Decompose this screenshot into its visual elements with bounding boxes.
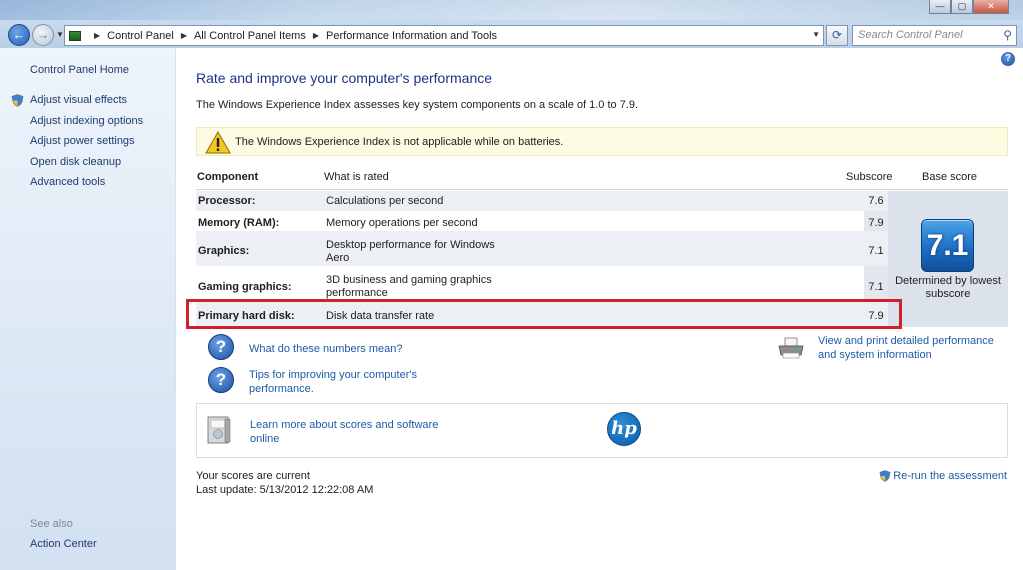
component-name: Gaming graphics: <box>198 281 292 293</box>
software-box-icon <box>207 416 231 444</box>
breadcrumb-performance[interactable]: Performance Information and Tools <box>326 30 497 42</box>
window-controls: — ▢ ✕ <box>929 0 1009 14</box>
base-score-badge: 7.1 <box>921 219 974 272</box>
adjust-power-settings-link[interactable]: Adjust power settings <box>30 135 143 156</box>
question-icon: ? <box>208 367 234 393</box>
learn-more-scores-link[interactable]: Learn more about scores and software onl… <box>250 418 440 446</box>
control-panel-icon <box>69 30 81 41</box>
action-center-link[interactable]: Action Center <box>30 538 97 550</box>
primary-hard-disk-highlight <box>186 299 902 329</box>
page-title: Rate and improve your computer's perform… <box>196 70 493 86</box>
maximize-button[interactable]: ▢ <box>951 0 973 14</box>
column-header-what-is-rated: What is rated <box>324 171 389 183</box>
subscore-value: 7.9 <box>868 217 884 229</box>
address-bar[interactable]: ▶ Control Panel ▶ All Control Panel Item… <box>64 25 824 46</box>
score-table: Component What is rated Subscore Base sc… <box>196 162 1008 327</box>
refresh-icon: ⟳ <box>831 28 843 42</box>
last-update: Last update: 5/13/2012 12:22:08 AM <box>196 484 374 496</box>
column-header-base-score: Base score <box>922 171 978 183</box>
hp-logo-icon[interactable]: hp <box>607 412 641 446</box>
subscore-value: 7.6 <box>868 195 884 207</box>
task-pane: Control Panel Home Adjust visual effects… <box>0 48 176 570</box>
scores-status: Your scores are current <box>196 470 310 482</box>
search-icon[interactable]: ⚲ <box>1003 28 1012 42</box>
breadcrumb-control-panel[interactable]: Control Panel <box>107 30 174 42</box>
breadcrumb-all-items[interactable]: All Control Panel Items <box>194 30 306 42</box>
recent-pages-chevron-down-icon[interactable]: ▼ <box>56 30 64 39</box>
control-panel-home-link[interactable]: Control Panel Home <box>30 64 129 76</box>
breadcrumb-separator-icon[interactable]: ▶ <box>181 31 187 40</box>
help-icon[interactable]: ? <box>1001 52 1015 66</box>
minimize-button[interactable]: — <box>929 0 951 14</box>
advanced-tools-link[interactable]: Advanced tools <box>30 176 143 197</box>
search-placeholder: Search Control Panel <box>858 29 963 41</box>
what-is-rated: 3D business and gaming graphics performa… <box>326 274 492 299</box>
component-name: Memory (RAM): <box>198 217 280 229</box>
see-also-heading: See also <box>30 518 73 530</box>
close-button[interactable]: ✕ <box>973 0 1009 14</box>
page-description: The Windows Experience Index assesses ke… <box>196 99 639 111</box>
breadcrumb-separator-icon[interactable]: ▶ <box>94 31 100 40</box>
subscore-value: 7.1 <box>868 281 884 293</box>
what-do-numbers-mean-link[interactable]: What do these numbers mean? <box>249 342 402 356</box>
question-icon: ? <box>208 334 234 360</box>
tips-improving-performance-link[interactable]: Tips for improving your computer's perfo… <box>249 368 429 396</box>
row-background <box>196 191 888 211</box>
titlebar-background <box>0 0 1023 20</box>
adjust-indexing-options-link[interactable]: Adjust indexing options <box>30 115 143 136</box>
adjust-visual-effects-link[interactable]: Adjust visual effects <box>30 94 143 115</box>
row-background <box>196 231 888 266</box>
warning-icon <box>205 131 231 154</box>
table-header: Component What is rated Subscore Base sc… <box>196 162 1008 190</box>
uac-shield-icon <box>11 94 24 107</box>
breadcrumb: ▶ Control Panel ▶ All Control Panel Item… <box>87 30 497 42</box>
main-content: ? Rate and improve your computer's perfo… <box>177 48 1023 570</box>
what-is-rated: Calculations per second <box>326 195 444 207</box>
base-score-cell: 7.1 Determined by lowest subscore <box>888 191 1008 327</box>
base-score-caption: Determined by lowest subscore <box>895 275 1001 300</box>
component-name: Graphics: <box>198 245 250 257</box>
battery-warning-text: The Windows Experience Index is not appl… <box>235 135 564 148</box>
learn-more-box: Learn more about scores and software onl… <box>196 403 1008 458</box>
subscore-value: 7.1 <box>868 245 884 257</box>
refresh-button[interactable]: ⟳ <box>826 25 848 46</box>
back-button[interactable]: ← <box>8 24 30 46</box>
breadcrumb-separator-icon[interactable]: ▶ <box>313 31 319 40</box>
column-header-subscore: Subscore <box>846 171 893 183</box>
what-is-rated: Desktop performance for Windows Aero <box>326 239 495 264</box>
navigation-bar: ← → ▼ ▶ Control Panel ▶ All Control Pane… <box>0 21 1023 48</box>
uac-shield-icon <box>879 470 891 482</box>
battery-warning-bar: The Windows Experience Index is not appl… <box>196 127 1008 156</box>
window-chrome: — ▢ ✕ ← → ▼ ▶ Control Panel ▶ All Contro… <box>0 0 1023 48</box>
task-links: Adjust visual effects Adjust indexing op… <box>30 94 143 197</box>
rerun-assessment-label: Re-run the assessment <box>893 470 1007 482</box>
printer-icon <box>778 337 804 359</box>
rerun-assessment-link[interactable]: Re-run the assessment <box>879 470 1007 482</box>
column-header-component: Component <box>197 171 259 183</box>
address-chevron-down-icon[interactable]: ▼ <box>812 30 820 39</box>
search-input[interactable]: Search Control Panel ⚲ <box>852 25 1017 46</box>
open-disk-cleanup-link[interactable]: Open disk cleanup <box>30 156 143 177</box>
view-print-details-link[interactable]: View and print detailed performance and … <box>818 334 1013 362</box>
what-is-rated: Memory operations per second <box>326 217 478 229</box>
component-name: Processor: <box>198 195 256 207</box>
forward-button[interactable]: → <box>32 24 54 46</box>
